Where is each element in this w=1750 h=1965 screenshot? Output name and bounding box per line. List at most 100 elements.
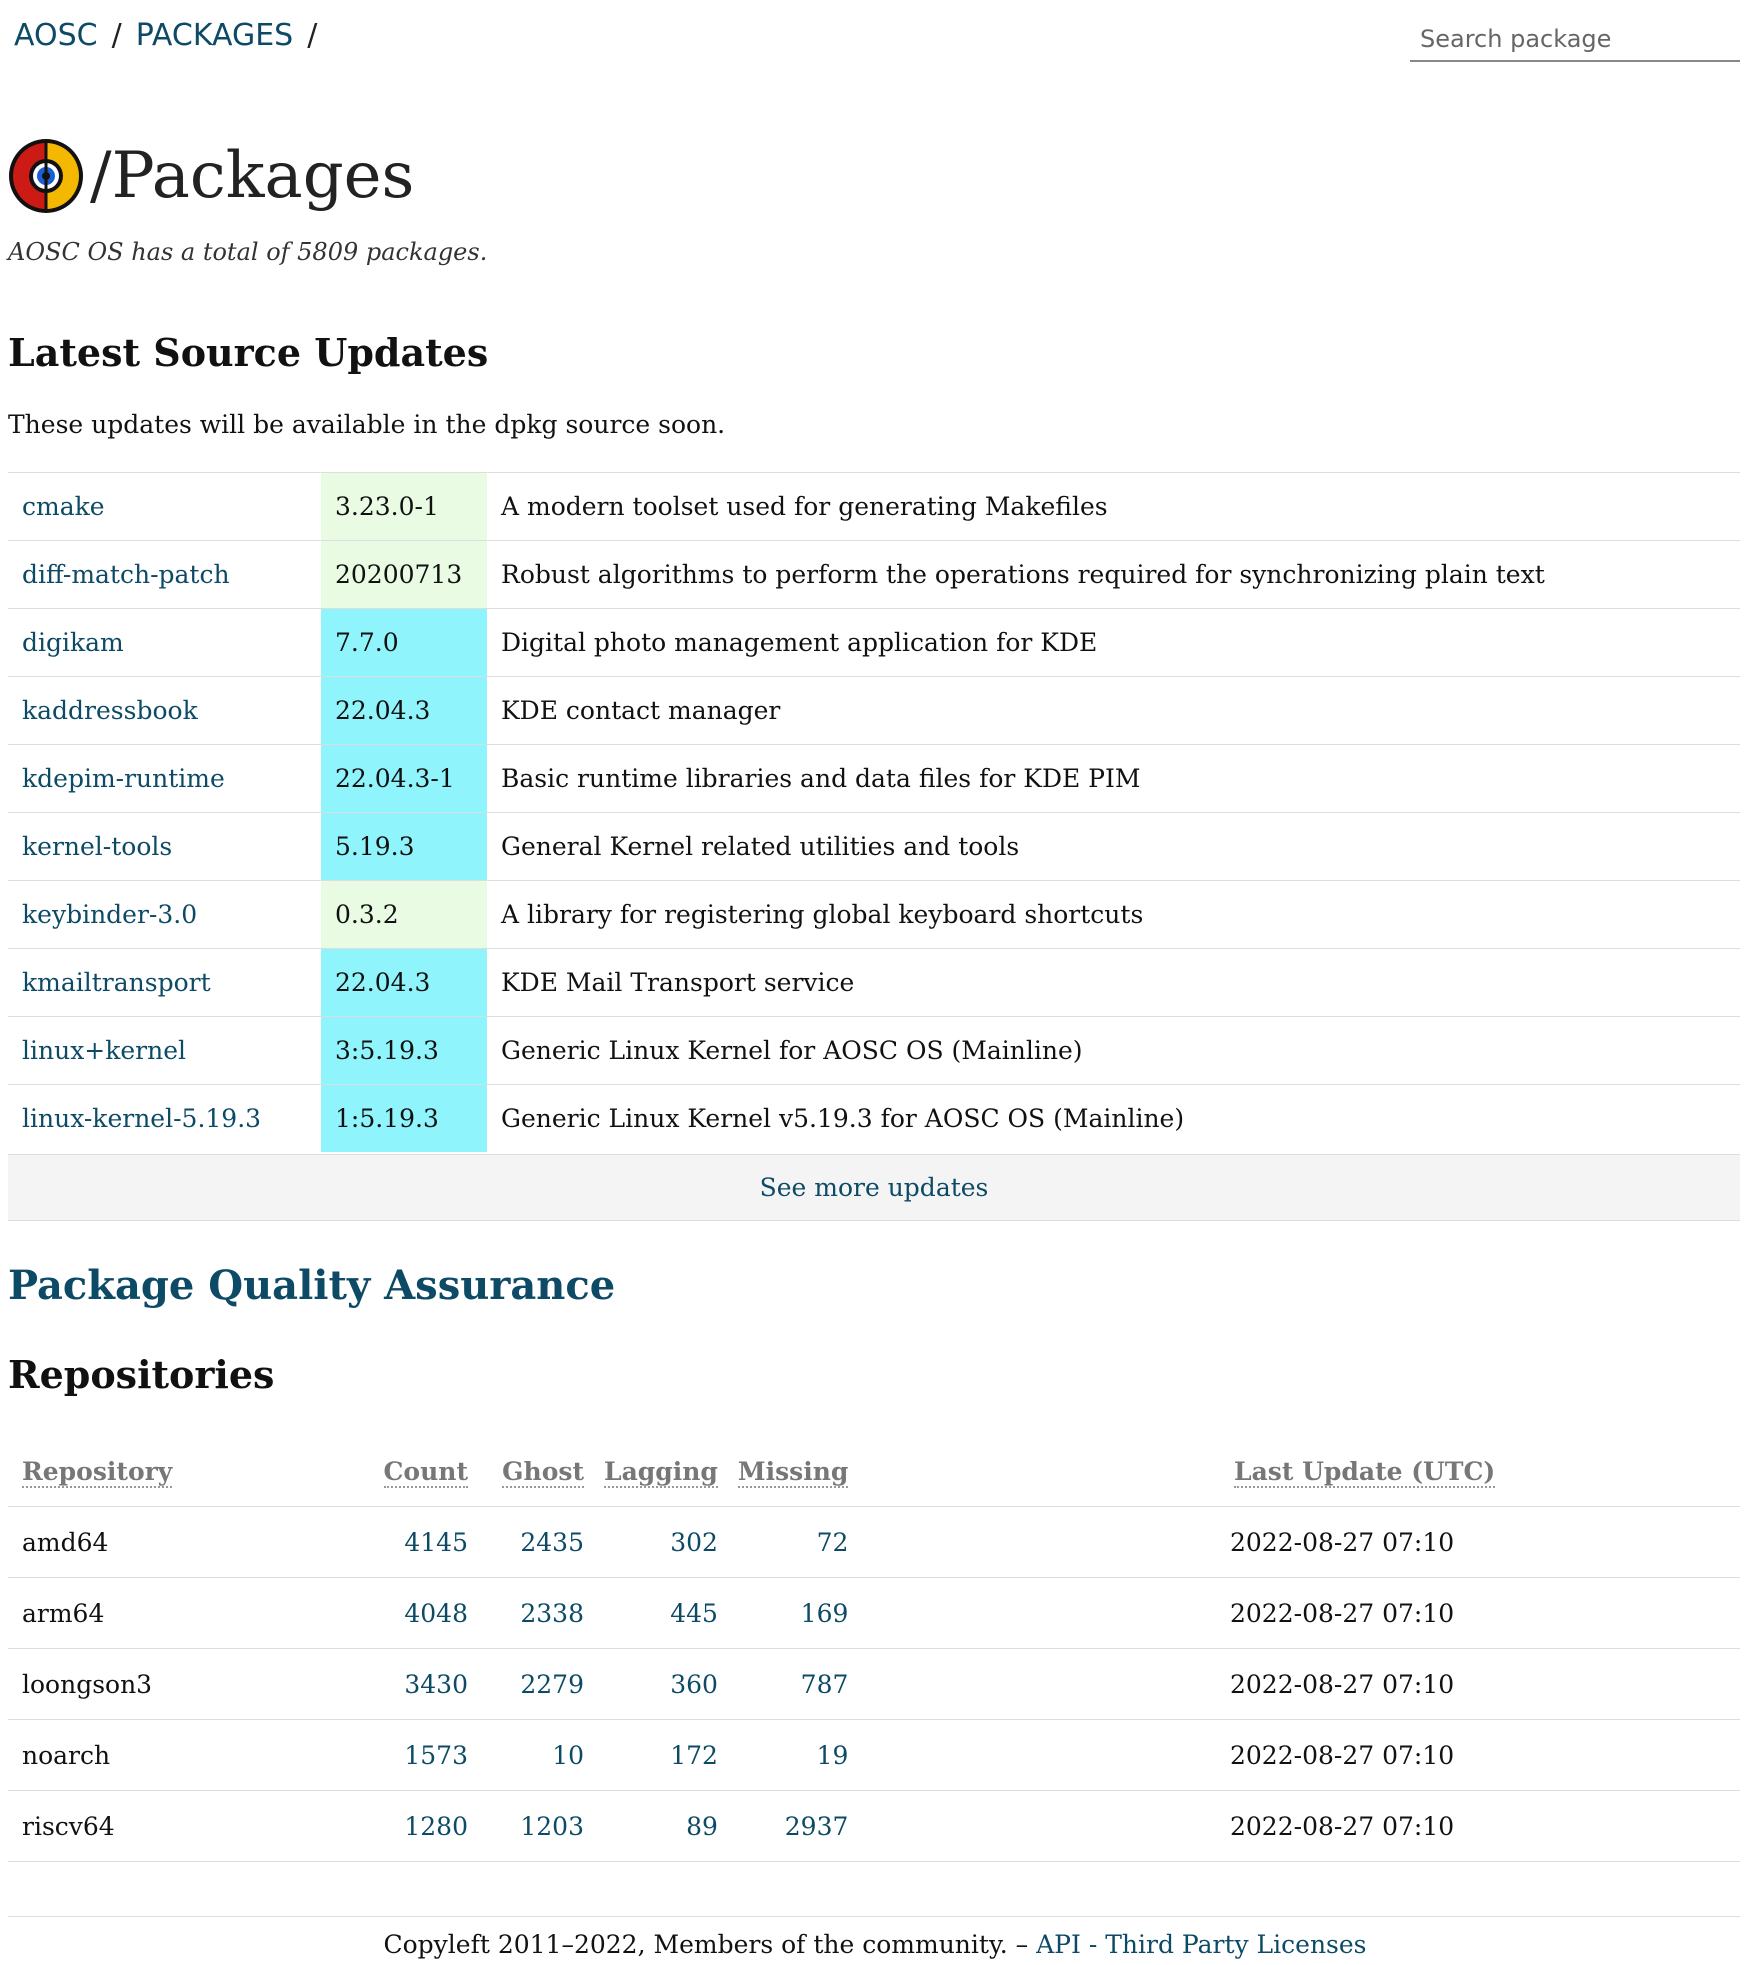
column-header-last-update[interactable]: Last Update (UTC) <box>1220 1436 1740 1507</box>
breadcrumb-packages[interactable]: PACKAGES <box>136 18 294 53</box>
repository-lagging[interactable]: 445 <box>594 1577 728 1649</box>
update-package-link[interactable]: keybinder-3.0 <box>22 900 197 929</box>
update-package-link[interactable]: kaddressbook <box>22 696 198 725</box>
update-package-link[interactable]: kmailtransport <box>22 968 211 997</box>
repository-spacer <box>858 1506 1220 1578</box>
update-version: 20200713 <box>321 540 487 609</box>
update-row: diff-match-patch 20200713 Robust algorithm… <box>8 540 1740 609</box>
repository-row: riscv64 1280 1203 89 2937 2022-08-27 07:10 <box>8 1790 1740 1862</box>
column-header-count[interactable]: Count <box>362 1436 478 1507</box>
update-row: cmake 3.23.0-1 A modern toolset used for g… <box>8 472 1740 541</box>
column-header-ghost[interactable]: Ghost <box>478 1436 594 1507</box>
repository-count[interactable]: 1573 <box>362 1719 478 1791</box>
repository-spacer <box>858 1577 1220 1649</box>
see-more-updates-link[interactable]: See more updates <box>760 1173 989 1202</box>
package-qa-link[interactable]: Package Quality Assurance <box>8 1262 615 1309</box>
update-package-cell: linux+kernel <box>8 1016 321 1085</box>
update-description: Basic runtime libraries and data files f… <box>487 744 1740 813</box>
update-description: Generic Linux Kernel for AOSC OS (Mainli… <box>487 1016 1740 1085</box>
repository-spacer <box>858 1719 1220 1791</box>
update-version: 22.04.3 <box>321 948 487 1017</box>
update-package-link[interactable]: kdepim-runtime <box>22 764 225 793</box>
update-description: A modern toolset used for generating Mak… <box>487 472 1740 541</box>
update-package-link[interactable]: digikam <box>22 628 124 657</box>
update-version: 22.04.3-1 <box>321 744 487 813</box>
see-more-row: See more updates <box>8 1154 1740 1221</box>
repository-lagging[interactable]: 89 <box>594 1790 728 1862</box>
repository-missing[interactable]: 787 <box>727 1648 859 1720</box>
latest-updates-heading: Latest Source Updates <box>8 330 489 375</box>
update-row: kmailtransport 22.04.3 KDE Mail Transport … <box>8 948 1740 1017</box>
repository-name: amd64 <box>8 1506 362 1578</box>
package-summary: AOSC OS has a total of 5809 packages. <box>8 238 488 266</box>
repository-last-update: 2022-08-27 07:10 <box>1220 1506 1740 1578</box>
update-row: linux+kernel 3:5.19.3 Generic Linux Kernel… <box>8 1016 1740 1085</box>
update-version: 3.23.0-1 <box>321 472 487 541</box>
repository-count[interactable]: 4145 <box>362 1506 478 1578</box>
repository-name: noarch <box>8 1719 362 1791</box>
update-description: Digital photo management application for… <box>487 608 1740 677</box>
repository-missing[interactable]: 169 <box>727 1577 859 1649</box>
repository-missing[interactable]: 19 <box>727 1719 859 1791</box>
page-header: /Packages <box>8 138 414 214</box>
repository-ghost[interactable]: 2338 <box>478 1577 594 1649</box>
column-header-spacer <box>858 1436 1220 1507</box>
repository-ghost[interactable]: 2435 <box>478 1506 594 1578</box>
column-header-missing[interactable]: Missing <box>728 1436 858 1507</box>
update-row: kaddressbook 22.04.3 KDE contact manager <box>8 676 1740 745</box>
repositories-table: Repository Count Ghost Lagging Missing L… <box>8 1436 1740 1862</box>
repositories-header-row: Repository Count Ghost Lagging Missing L… <box>8 1436 1740 1507</box>
repository-lagging[interactable]: 172 <box>594 1719 728 1791</box>
update-package-cell: cmake <box>8 472 321 541</box>
update-package-cell: kaddressbook <box>8 676 321 745</box>
repository-missing[interactable]: 72 <box>727 1506 859 1578</box>
repository-ghost[interactable]: 2279 <box>478 1648 594 1720</box>
update-package-link[interactable]: diff-match-patch <box>22 560 230 589</box>
footer-licenses-link[interactable]: Third Party Licenses <box>1105 1930 1366 1959</box>
update-package-cell: linux-kernel-5.19.3 <box>8 1084 321 1152</box>
update-version: 7.7.0 <box>321 608 487 677</box>
updates-table: cmake 3.23.0-1 A modern toolset used for g… <box>8 472 1740 1152</box>
breadcrumb-separator: / <box>307 18 318 53</box>
footer-api-link[interactable]: API <box>1036 1930 1081 1959</box>
repository-name: arm64 <box>8 1577 362 1649</box>
update-package-link[interactable]: kernel-tools <box>22 832 172 861</box>
latest-updates-intro: These updates will be available in the d… <box>8 410 726 439</box>
column-header-repository[interactable]: Repository <box>8 1436 362 1507</box>
update-row: keybinder-3.0 0.3.2 A library for register… <box>8 880 1740 949</box>
update-package-cell: diff-match-patch <box>8 540 321 609</box>
repository-lagging[interactable]: 302 <box>594 1506 728 1578</box>
update-package-link[interactable]: linux-kernel-5.19.3 <box>22 1104 261 1133</box>
update-package-cell: digikam <box>8 608 321 677</box>
update-description: Generic Linux Kernel v5.19.3 for AOSC OS… <box>487 1084 1740 1152</box>
search-input[interactable] <box>1410 18 1740 62</box>
repository-spacer <box>858 1790 1220 1862</box>
update-package-cell: kmailtransport <box>8 948 321 1017</box>
repository-ghost[interactable]: 1203 <box>478 1790 594 1862</box>
repository-count[interactable]: 4048 <box>362 1577 478 1649</box>
repository-ghost[interactable]: 10 <box>478 1719 594 1791</box>
repository-row: amd64 4145 2435 302 72 2022-08-27 07:10 <box>8 1506 1740 1578</box>
repository-last-update: 2022-08-27 07:10 <box>1220 1719 1740 1791</box>
repository-missing[interactable]: 2937 <box>727 1790 859 1862</box>
update-version: 5.19.3 <box>321 812 487 881</box>
footer-copyleft: Copyleft 2011–2022, Members of the commu… <box>383 1930 1029 1959</box>
update-version: 3:5.19.3 <box>321 1016 487 1085</box>
repository-count[interactable]: 1280 <box>362 1790 478 1862</box>
update-description: Robust algorithms to perform the operati… <box>487 540 1740 609</box>
update-description: KDE Mail Transport service <box>487 948 1740 1017</box>
repository-spacer <box>858 1648 1220 1720</box>
update-version: 22.04.3 <box>321 676 487 745</box>
repository-lagging[interactable]: 360 <box>594 1648 728 1720</box>
update-row: linux-kernel-5.19.3 1:5.19.3 Generic Linux… <box>8 1084 1740 1152</box>
update-package-cell: kdepim-runtime <box>8 744 321 813</box>
breadcrumb-aosc[interactable]: AOSC <box>14 18 98 53</box>
repository-name: loongson3 <box>8 1648 362 1720</box>
repository-count[interactable]: 3430 <box>362 1648 478 1720</box>
breadcrumb: AOSC / PACKAGES / <box>14 18 331 53</box>
update-package-link[interactable]: linux+kernel <box>22 1036 186 1065</box>
column-header-lagging[interactable]: Lagging <box>594 1436 728 1507</box>
update-package-link[interactable]: cmake <box>22 492 105 521</box>
update-description: A library for registering global keyboar… <box>487 880 1740 949</box>
repository-name: riscv64 <box>8 1790 362 1862</box>
